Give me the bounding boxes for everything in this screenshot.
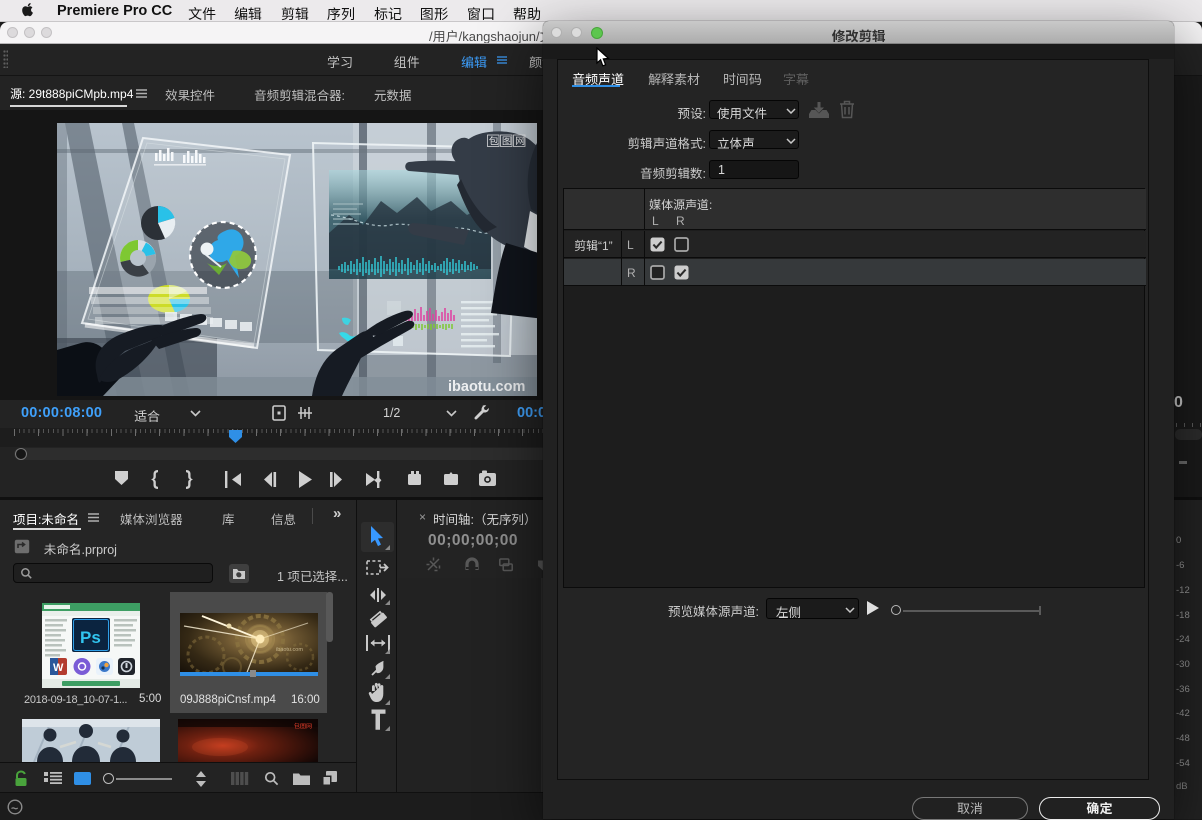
svg-text:ibaotu.com: ibaotu.com	[448, 379, 525, 395]
svg-text:W: W	[53, 662, 64, 674]
svg-text:包图网: 包图网	[294, 721, 312, 730]
svg-text:Ps: Ps	[80, 628, 101, 647]
svg-text:ibaotu.com: ibaotu.com	[276, 647, 303, 653]
